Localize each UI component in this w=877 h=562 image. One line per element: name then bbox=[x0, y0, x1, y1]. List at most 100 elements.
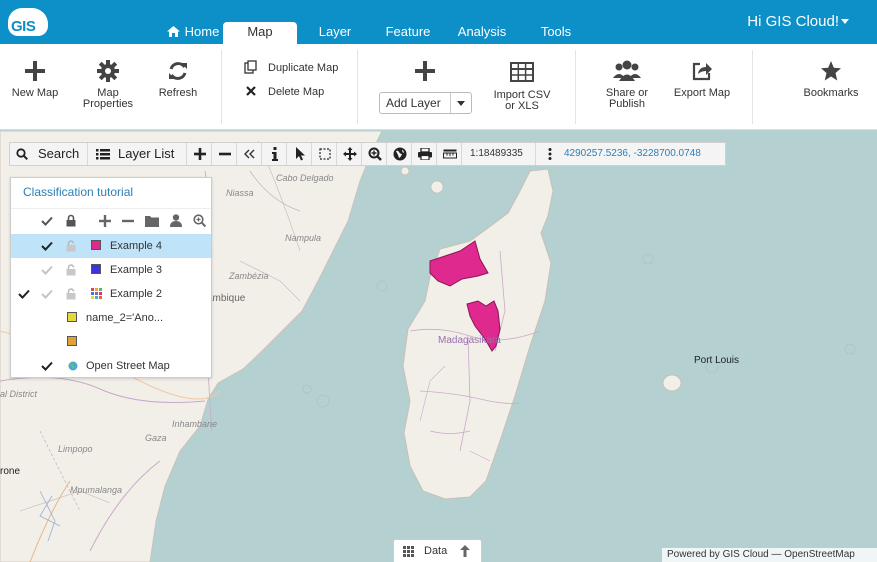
tab-layer[interactable]: Layer bbox=[307, 22, 363, 44]
folder-icon[interactable] bbox=[145, 215, 159, 227]
refresh-button[interactable]: Refresh bbox=[152, 60, 204, 99]
map-label-limpopo: Limpopo bbox=[58, 444, 93, 454]
layer-class-row[interactable]: name_2='Ano... bbox=[11, 306, 211, 330]
expand-check-icon[interactable] bbox=[18, 289, 30, 299]
visibility-check-icon[interactable] bbox=[41, 361, 53, 371]
full-extent-button[interactable] bbox=[388, 143, 412, 165]
zoom-tool-button[interactable] bbox=[363, 143, 387, 165]
caret-down-icon[interactable] bbox=[841, 19, 849, 24]
layer-list-label: Layer List bbox=[118, 146, 175, 161]
tab-tools[interactable]: Tools bbox=[530, 22, 582, 44]
visibility-check-icon[interactable] bbox=[41, 289, 53, 299]
map-toolbar: Search Layer List 1:18489335 4290257.523… bbox=[9, 142, 726, 166]
search-button[interactable]: Search bbox=[10, 143, 88, 165]
class-label: name_2='Ano... bbox=[86, 312, 164, 324]
lock-icon[interactable] bbox=[66, 214, 76, 227]
export-map-button[interactable]: Export Map bbox=[670, 60, 734, 99]
layer-name: Open Street Map bbox=[86, 360, 170, 372]
zoom-out-button[interactable] bbox=[213, 143, 237, 165]
multi-color-swatch-icon bbox=[91, 288, 102, 299]
map-label-niassa: Niassa bbox=[226, 188, 254, 198]
map-label-gaza: Gaza bbox=[145, 433, 167, 443]
gis-cloud-logo[interactable]: GIS bbox=[8, 6, 52, 38]
check-all-icon[interactable] bbox=[41, 216, 53, 226]
globe-icon bbox=[393, 147, 407, 161]
layer-panel-header bbox=[11, 208, 211, 232]
tab-home-label: Home bbox=[184, 24, 220, 39]
pointer-icon bbox=[296, 147, 305, 161]
user-icon[interactable] bbox=[170, 214, 182, 227]
users-icon bbox=[613, 60, 641, 81]
double-chevron-left-icon bbox=[244, 149, 255, 159]
plus-icon[interactable] bbox=[99, 215, 111, 227]
info-button[interactable] bbox=[263, 143, 287, 165]
share-publish-button[interactable]: Share or Publish bbox=[598, 60, 656, 110]
move-arrows-icon bbox=[343, 147, 357, 161]
add-layer-label: Add Layer bbox=[386, 96, 441, 110]
print-button[interactable] bbox=[413, 143, 437, 165]
caret-down-icon bbox=[457, 101, 465, 106]
data-panel-toggle[interactable]: Data bbox=[393, 539, 482, 562]
unlock-icon[interactable] bbox=[66, 240, 76, 252]
visibility-check-icon[interactable] bbox=[41, 241, 53, 251]
home-icon bbox=[166, 26, 180, 37]
layer-name: Example 3 bbox=[110, 264, 162, 276]
panel-title[interactable]: Classification tutorial bbox=[23, 185, 133, 199]
map-label-district: al District bbox=[0, 389, 38, 399]
import-csv-button[interactable]: Import CSV or XLS bbox=[490, 62, 554, 112]
layer-list-button[interactable]: Layer List bbox=[89, 143, 187, 165]
close-icon bbox=[246, 86, 256, 96]
attribution[interactable]: Powered by GIS Cloud — OpenStreetMap bbox=[662, 548, 877, 562]
tab-home[interactable]: Home bbox=[160, 22, 226, 44]
visibility-check-icon[interactable] bbox=[41, 265, 53, 275]
select-pointer-button[interactable] bbox=[288, 143, 312, 165]
copy-icon bbox=[244, 60, 257, 74]
layer-row-example-4[interactable]: Example 4 bbox=[11, 234, 211, 258]
map-label-madagasikara: Madagasikara bbox=[438, 335, 501, 346]
import-label-2: or XLS bbox=[505, 100, 539, 112]
zoom-in-button[interactable] bbox=[188, 143, 212, 165]
zoom-to-layer-icon[interactable] bbox=[193, 214, 206, 227]
marquee-select-icon bbox=[319, 148, 331, 160]
tab-layer-label: Layer bbox=[318, 24, 352, 39]
layer-row-example-3[interactable]: Example 3 bbox=[11, 258, 211, 282]
add-layer-dropdown[interactable]: Add Layer bbox=[379, 92, 472, 114]
table-icon bbox=[510, 62, 534, 82]
user-greeting[interactable]: Hi GIS Cloud! bbox=[747, 13, 839, 30]
layer-class-row[interactable] bbox=[11, 330, 211, 354]
bookmarks-button[interactable]: Bookmarks bbox=[798, 60, 864, 99]
pan-button[interactable] bbox=[338, 143, 362, 165]
minus-icon[interactable] bbox=[122, 215, 134, 227]
delete-map-button[interactable]: Delete Map bbox=[244, 84, 354, 100]
new-map-label: New Map bbox=[11, 87, 59, 99]
export-map-label: Export Map bbox=[673, 87, 731, 99]
share-label-2: Publish bbox=[608, 98, 646, 110]
layer-row-example-2[interactable]: Example 2 bbox=[11, 282, 211, 306]
map-label-rone: rone bbox=[0, 466, 21, 477]
tab-map[interactable]: Map bbox=[223, 22, 297, 44]
box-select-button[interactable] bbox=[313, 143, 337, 165]
back-button[interactable] bbox=[238, 143, 262, 165]
add-layer-plus-button[interactable] bbox=[412, 60, 438, 88]
delete-map-label: Delete Map bbox=[268, 86, 325, 98]
refresh-label: Refresh bbox=[158, 87, 198, 99]
map-label-inhambane: Inhambane bbox=[172, 419, 218, 429]
top-bar: GIS Home Map Layer Feature Analysis Tool… bbox=[0, 0, 877, 44]
unlock-icon[interactable] bbox=[66, 264, 76, 276]
duplicate-map-button[interactable]: Duplicate Map bbox=[244, 60, 354, 76]
more-options-button[interactable] bbox=[540, 143, 560, 165]
map-properties-label-2: Properties bbox=[82, 98, 134, 110]
new-map-button[interactable]: New Map bbox=[8, 60, 62, 99]
layer-name: Example 4 bbox=[110, 240, 162, 252]
map-label-mozambique: ambique bbox=[207, 293, 246, 304]
ribbon-toolbar: New Map Map Properties Refresh Duplicate… bbox=[0, 44, 877, 130]
tab-analysis[interactable]: Analysis bbox=[452, 22, 512, 44]
layer-color-swatch bbox=[91, 240, 101, 250]
refresh-icon bbox=[169, 62, 187, 80]
layer-row-osm[interactable]: Open Street Map bbox=[11, 354, 211, 378]
unlock-icon[interactable] bbox=[66, 288, 76, 300]
tab-feature[interactable]: Feature bbox=[378, 22, 438, 44]
scale-bar-button[interactable] bbox=[438, 143, 462, 165]
map-properties-button[interactable]: Map Properties bbox=[78, 60, 138, 110]
duplicate-map-label: Duplicate Map bbox=[268, 62, 339, 74]
